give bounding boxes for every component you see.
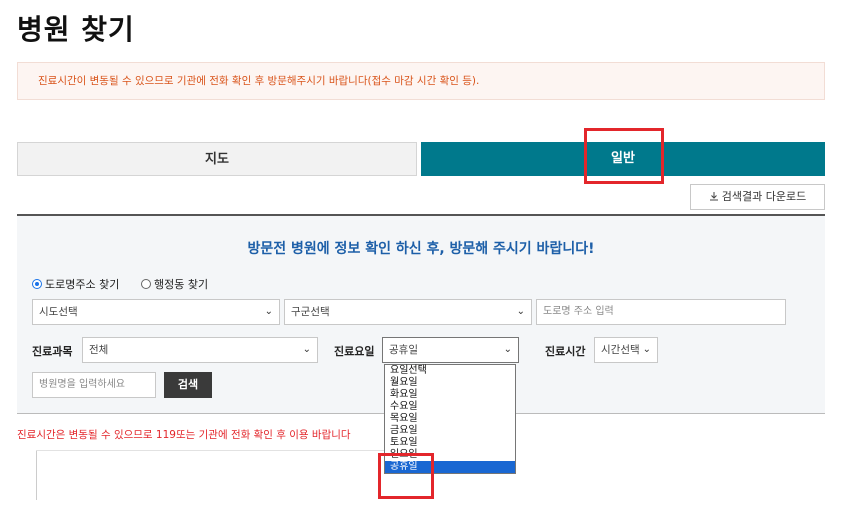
day-option[interactable]: 수요일 bbox=[385, 401, 515, 413]
highlight-box-options bbox=[378, 453, 434, 499]
day-option[interactable]: 금요일 bbox=[385, 425, 515, 437]
gugun-select-value: 구군선택 bbox=[291, 306, 330, 318]
day-select-value: 공휴일 bbox=[389, 344, 418, 356]
dept-select[interactable]: 전체 ⌄ bbox=[82, 337, 318, 363]
dept-label: 진료과목 bbox=[32, 345, 73, 358]
tab-map[interactable]: 지도 bbox=[17, 142, 417, 176]
gugun-select[interactable]: 구군선택 ⌄ bbox=[284, 299, 532, 325]
sido-select-value: 시도선택 bbox=[39, 306, 78, 318]
day-option[interactable]: 월요일 bbox=[385, 377, 515, 389]
day-option[interactable]: 요일선택 bbox=[385, 365, 515, 377]
download-results-button[interactable]: 검색결과 다운로드 bbox=[690, 184, 825, 210]
search-heading: 방문전 병원에 정보 확인 하신 후, 방문해 주시기 바랍니다! bbox=[247, 241, 595, 257]
warning-text: 진료시간은 변동될 수 있으므로 119또는 기관에 전화 확인 후 이용 바랍… bbox=[17, 429, 351, 441]
chevron-down-icon: ⌄ bbox=[302, 344, 311, 355]
day-option[interactable]: 토요일 bbox=[385, 437, 515, 449]
time-select-value: 시간선택 bbox=[601, 344, 640, 356]
sido-select[interactable]: 시도선택 ⌄ bbox=[32, 299, 280, 325]
hospital-name-input[interactable]: 병원명을 입력하세요 bbox=[32, 372, 156, 398]
time-label: 진료시간 bbox=[545, 345, 586, 358]
notice-banner: 진료시간이 변동될 수 있으므로 기관에 전화 확인 후 방문해주시기 바랍니다… bbox=[17, 62, 825, 100]
radio-admin-label: 행정동 찾기 bbox=[154, 278, 209, 291]
time-select[interactable]: 시간선택 ⌄ bbox=[594, 337, 658, 363]
chevron-down-icon: ⌄ bbox=[516, 306, 525, 317]
radio-button-checked[interactable] bbox=[32, 279, 42, 289]
radio-road-label: 도로명주소 찾기 bbox=[45, 278, 120, 291]
day-label: 진료요일 bbox=[334, 345, 375, 358]
notice-text: 진료시간이 변동될 수 있으므로 기관에 전화 확인 후 방문해주시기 바랍니다… bbox=[38, 75, 480, 87]
road-address-input[interactable]: 도로명 주소 입력 bbox=[536, 299, 786, 325]
chevron-down-icon: ⌄ bbox=[264, 306, 273, 317]
day-select[interactable]: 공휴일 ⌄ bbox=[382, 337, 519, 363]
radio-road-address[interactable]: 도로명주소 찾기 bbox=[32, 276, 119, 292]
day-option[interactable]: 목요일 bbox=[385, 413, 515, 425]
download-label: 검색결과 다운로드 bbox=[721, 190, 807, 203]
highlight-box-tab bbox=[584, 128, 664, 184]
dept-select-value: 전체 bbox=[89, 344, 109, 356]
radio-admin-dong[interactable]: 행정동 찾기 bbox=[141, 276, 208, 292]
download-icon bbox=[709, 192, 718, 201]
chevron-down-icon: ⌄ bbox=[642, 344, 651, 355]
chevron-down-icon: ⌄ bbox=[503, 344, 512, 355]
search-button[interactable]: 검색 bbox=[164, 372, 212, 398]
radio-button[interactable] bbox=[141, 279, 151, 289]
day-option[interactable]: 화요일 bbox=[385, 389, 515, 401]
page-title: 병원 찾기 bbox=[17, 13, 135, 46]
results-divider bbox=[36, 450, 37, 500]
